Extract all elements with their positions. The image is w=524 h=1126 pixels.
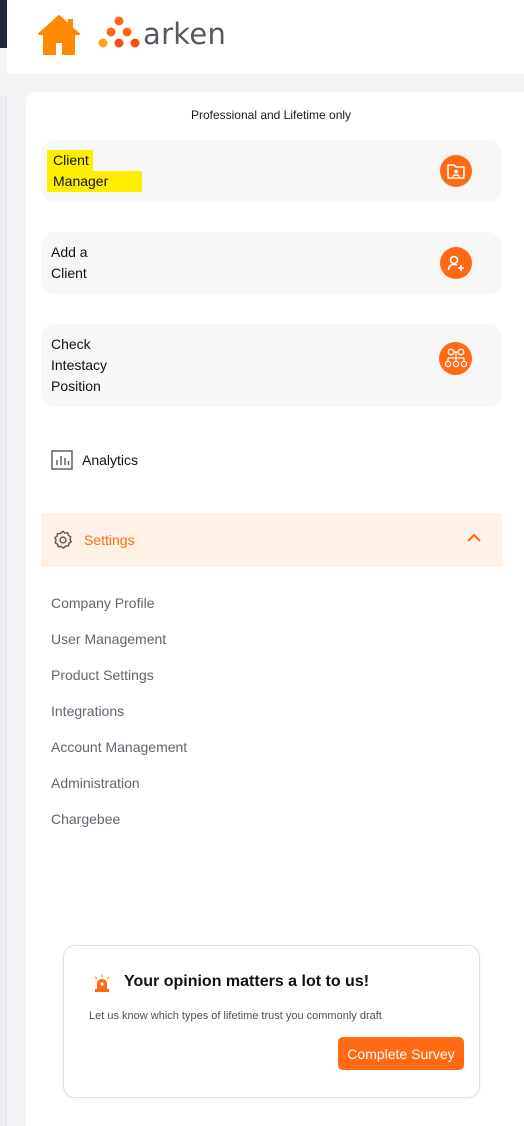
intestacy-card[interactable]: Check Intestacy Position: [41, 324, 502, 407]
logo-text: arken: [143, 17, 227, 51]
survey-title: Your opinion matters a lot to us!: [124, 973, 370, 990]
app-header: arken: [7, 0, 524, 74]
card-label-line: Client: [51, 265, 87, 281]
card-label-line: Add a: [51, 244, 88, 260]
submenu-product-settings[interactable]: Product Settings: [51, 663, 187, 699]
nav-settings[interactable]: Settings: [41, 513, 502, 567]
siren-icon: [94, 974, 110, 992]
submenu-integrations[interactable]: Integrations: [51, 699, 187, 735]
intestacy-label: Check Intestacy Position: [51, 334, 107, 397]
family-tree-icon[interactable]: [439, 342, 472, 375]
card-label-line: Check: [51, 336, 91, 352]
client-manager-card[interactable]: Client Manager: [41, 140, 502, 202]
sidebar-panel: Professional and Lifetime only Client Ma…: [26, 92, 524, 1126]
card-label-line: Client: [47, 150, 93, 171]
submenu-user-management[interactable]: User Management: [51, 627, 187, 663]
add-client-card[interactable]: Add a Client: [41, 232, 502, 294]
bar-chart-icon: [51, 450, 73, 470]
client-folder-icon[interactable]: [440, 155, 472, 187]
submenu-account-management[interactable]: Account Management: [51, 735, 187, 771]
survey-subtitle: Let us know which types of lifetime trus…: [89, 1010, 382, 1022]
left-gutter: [0, 96, 7, 1126]
arken-logo[interactable]: arken: [97, 14, 226, 54]
survey-card: Your opinion matters a lot to us! Let us…: [63, 945, 480, 1098]
add-user-icon[interactable]: [440, 247, 472, 279]
submenu-chargebee[interactable]: Chargebee: [51, 807, 187, 843]
settings-submenu: Company Profile User Management Product …: [51, 591, 187, 843]
analytics-label: Analytics: [82, 452, 139, 468]
chevron-up-icon[interactable]: [466, 532, 482, 544]
submenu-administration[interactable]: Administration: [51, 771, 187, 807]
nav-analytics[interactable]: Analytics: [51, 450, 138, 470]
logo-dots-icon: [98, 16, 140, 48]
card-label-line: Manager: [47, 171, 143, 192]
submenu-company-profile[interactable]: Company Profile: [51, 591, 187, 627]
card-label-line: Position: [51, 378, 101, 394]
home-icon[interactable]: [37, 14, 81, 56]
add-client-label: Add a Client: [51, 242, 88, 284]
card-label-line: Intestacy: [51, 357, 108, 373]
settings-label: Settings: [84, 532, 135, 548]
complete-survey-button[interactable]: Complete Survey: [338, 1037, 464, 1070]
client-manager-label: Client Manager: [47, 150, 143, 192]
plan-note: Professional and Lifetime only: [190, 108, 352, 122]
gear-icon: [54, 530, 72, 549]
window-edge: [0, 0, 7, 48]
